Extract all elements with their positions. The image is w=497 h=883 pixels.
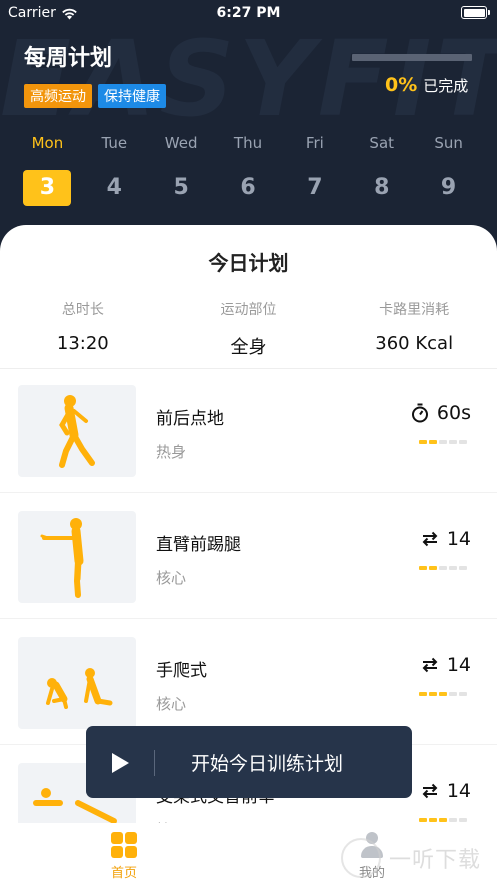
day-fri[interactable]: Fri 7 (281, 134, 348, 206)
day-tue[interactable]: Tue 4 (81, 134, 148, 206)
exercise-name: 前后点地 (156, 409, 224, 429)
home-grid-icon (111, 832, 137, 858)
day-mon[interactable]: Mon 3 (14, 134, 81, 206)
start-training-button[interactable]: 开始今日训练计划 (86, 726, 412, 798)
stat-duration: 总时长 13:20 (0, 299, 166, 359)
progress-label: 已完成 (423, 77, 469, 95)
day-name: Thu (233, 134, 263, 152)
download-site-watermark: 一听下载 (337, 836, 497, 880)
exercise-category: 核心 (156, 695, 187, 713)
weekly-progress-bar (352, 54, 472, 61)
repeat-icon (422, 657, 438, 673)
stat-value: 13:20 (56, 333, 109, 354)
stat-calories: 卡路里消耗 360 Kcal (331, 299, 497, 359)
exercise-name: 手爬式 (156, 661, 207, 681)
day-number: 8 (374, 175, 390, 200)
timer-icon (411, 403, 428, 423)
plan-stats: 总时长 13:20 运动部位 全身 卡路里消耗 360 Kcal (0, 299, 497, 359)
day-number: 4 (106, 175, 122, 200)
exercise-thumbnail (18, 385, 136, 477)
exercise-figure-icon (46, 668, 113, 709)
day-name: Wed (164, 134, 198, 152)
repeat-icon (422, 783, 438, 799)
exercise-thumbnail (18, 637, 136, 729)
exercise-figure-icon (59, 395, 95, 468)
stat-label: 运动部位 (220, 302, 277, 318)
day-sat[interactable]: Sat 8 (348, 134, 415, 206)
page-title: 每周计划 (24, 46, 113, 71)
stat-value: 360 Kcal (375, 333, 454, 354)
day-name: Mon (31, 134, 64, 152)
difficulty-level (419, 818, 467, 822)
exercise-thumbnail (18, 511, 136, 603)
exercise-duration: 60s (436, 402, 471, 424)
battery-icon (461, 6, 490, 19)
day-name: Sat (369, 134, 395, 152)
play-icon (112, 753, 129, 773)
difficulty-level (419, 692, 467, 696)
day-name: Tue (101, 134, 128, 152)
tag-stay-healthy: 保持健康 (98, 84, 166, 108)
exercise-reps: 14 (446, 780, 471, 802)
button-divider (154, 750, 155, 776)
repeat-icon (422, 531, 438, 547)
day-number: 5 (173, 175, 189, 200)
stat-label: 总时长 (61, 302, 104, 318)
stat-body-part: 运动部位 全身 (166, 299, 332, 359)
day-name: Sun (434, 134, 463, 152)
exercise-reps: 14 (446, 654, 471, 676)
tab-label: 首页 (110, 866, 137, 881)
exercise-category: 核心 (156, 569, 187, 587)
day-number: 9 (440, 175, 457, 200)
exercise-category: 热身 (156, 443, 187, 461)
difficulty-level (419, 566, 467, 570)
weekly-plan-header: EASYFIT Carrier 6:27 PM 每周计划 高频运动 保持健康 0… (0, 0, 497, 260)
exercise-figure-icon (40, 518, 84, 598)
day-wed[interactable]: Wed 5 (148, 134, 215, 206)
watermark-logo-icon (341, 838, 381, 878)
today-plan-title: 今日计划 (208, 251, 289, 275)
exercise-item[interactable]: 直臂前踢腿 核心 14 (0, 495, 497, 619)
day-name: Fri (305, 134, 324, 152)
start-training-label: 开始今日训练计划 (191, 753, 344, 775)
clock: 6:27 PM (216, 5, 281, 21)
day-number: 3 (23, 170, 72, 206)
day-number: 7 (307, 175, 323, 200)
progress-percent: 0% (385, 74, 418, 96)
watermark-text: 一听下载 (389, 848, 482, 873)
day-thu[interactable]: Thu 6 (215, 134, 282, 206)
week-selector: Mon 3 Tue 4 Wed 5 Thu 6 Fri 7 Sat 8 Sun … (14, 134, 482, 206)
day-sun[interactable]: Sun 9 (415, 134, 482, 206)
day-number: 6 (240, 175, 256, 200)
tab-home[interactable]: 首页 (84, 832, 164, 881)
exercise-item[interactable]: 前后点地 热身 60s (0, 369, 497, 493)
stat-label: 卡路里消耗 (379, 302, 450, 318)
exercise-name: 直臂前踢腿 (156, 535, 241, 555)
difficulty-level (419, 440, 467, 444)
status-bar: Carrier 6:27 PM (0, 0, 497, 26)
exercise-reps: 14 (446, 528, 471, 550)
tag-high-frequency: 高频运动 (24, 84, 92, 108)
stat-value: 全身 (230, 337, 267, 358)
